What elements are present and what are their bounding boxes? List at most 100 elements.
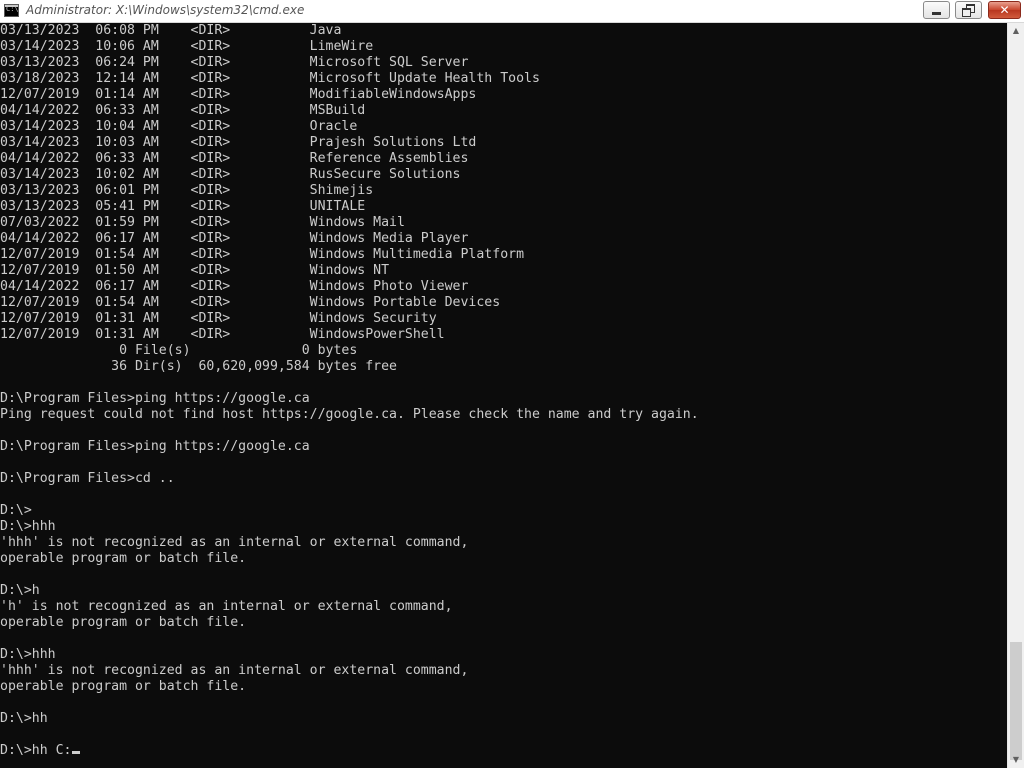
vertical-scrollbar[interactable]: ▲ ▼ [1007,23,1024,768]
console-line: 12/07/2019 01:54 AM <DIR> Windows Portab… [0,295,699,311]
console-output[interactable]: 03/13/2023 06:08 PM <DIR> Java 03/14/2023… [0,23,1007,768]
console-line: 'hhh' is not recognized as an internal o… [0,663,699,679]
console-line: 03/13/2023 06:01 PM <DIR> Shimejis [0,183,699,199]
console-line-text: 04/14/2022 06:33 AM <DIR> Reference Asse… [0,151,469,166]
console-line-text: 03/14/2023 10:03 AM <DIR> Prajesh Soluti… [0,135,477,150]
console-line: operable program or batch file. [0,551,699,567]
console-line: D:\Program Files>ping https://google.ca [0,439,699,455]
console-line: 04/14/2022 06:17 AM <DIR> Windows Photo … [0,279,699,295]
console-line: 12/07/2019 01:31 AM <DIR> Windows Securi… [0,311,699,327]
console-line-text: 12/07/2019 01:50 AM <DIR> Windows NT [0,263,390,278]
console-line: 04/14/2022 06:33 AM <DIR> Reference Asse… [0,151,699,167]
console-line-text: 12/07/2019 01:14 AM <DIR> ModifiableWind… [0,87,477,102]
restore-button[interactable] [955,1,982,19]
minimize-button[interactable] [923,1,950,19]
console-line-text: 04/14/2022 06:17 AM <DIR> Windows Photo … [0,279,469,294]
console-line-text: 04/14/2022 06:17 AM <DIR> Windows Media … [0,231,469,246]
console-line: 03/13/2023 06:08 PM <DIR> Java [0,23,699,39]
console-line-text: D:\Program Files>cd .. [0,471,175,486]
console-line: 03/13/2023 06:24 PM <DIR> Microsoft SQL … [0,55,699,71]
console-line-text: 03/14/2023 10:06 AM <DIR> LimeWire [0,39,374,54]
console-line: 0 File(s) 0 bytes [0,343,699,359]
console-line: D:\> [0,503,699,519]
console-line-text: operable program or batch file. [0,615,247,630]
window-title: Administrator: X:\Windows\system32\cmd.e… [26,3,305,17]
console-line-text: 03/13/2023 05:41 PM <DIR> UNITALE [0,199,366,214]
console-line: D:\>hhh [0,647,699,663]
console-line-text: 'hhh' is not recognized as an internal o… [0,535,469,550]
console-line: D:\>hh C: [0,743,699,759]
minimize-icon [932,12,941,15]
console-line: 36 Dir(s) 60,620,099,584 bytes free [0,359,699,375]
console-line-text: 12/07/2019 01:31 AM <DIR> WindowsPowerSh… [0,327,445,342]
console-line-text: 03/14/2023 10:04 AM <DIR> Oracle [0,119,358,134]
scroll-thumb[interactable] [1010,642,1022,760]
console-line: 07/03/2022 01:59 PM <DIR> Windows Mail [0,215,699,231]
console-line-text: D:\>hhh [0,519,56,534]
console-line-text: D:\>h [0,583,40,598]
console-line-text: 'hhh' is not recognized as an internal o… [0,663,469,678]
console-line: 12/07/2019 01:14 AM <DIR> ModifiableWind… [0,87,699,103]
console-line-text: D:\>hhh [0,647,56,662]
console-line-text: operable program or batch file. [0,551,247,566]
console-line-text: 12/07/2019 01:54 AM <DIR> Windows Multim… [0,247,525,262]
text-cursor [72,751,81,754]
console-line: D:\Program Files>ping https://google.ca [0,391,699,407]
console-line-text: 03/13/2023 06:24 PM <DIR> Microsoft SQL … [0,55,469,70]
console-line: 03/13/2023 05:41 PM <DIR> UNITALE [0,199,699,215]
scroll-down-arrow-icon[interactable]: ▼ [1008,752,1024,768]
console-line-text: D:\>hh [0,711,48,726]
console-line: operable program or batch file. [0,679,699,695]
console-line: 'hhh' is not recognized as an internal o… [0,535,699,551]
console-line: 04/14/2022 06:33 AM <DIR> MSBuild [0,103,699,119]
console-line: 03/14/2023 10:02 AM <DIR> RusSecure Solu… [0,167,699,183]
restore-icon [962,8,971,17]
console-line: 12/07/2019 01:31 AM <DIR> WindowsPowerSh… [0,327,699,343]
console-line: Ping request could not find host https:/… [0,407,699,423]
console-line: D:\>hh [0,711,699,727]
close-icon: ✕ [999,3,1010,17]
console-line-text: 03/13/2023 06:01 PM <DIR> Shimejis [0,183,374,198]
console-line: 12/07/2019 01:54 AM <DIR> Windows Multim… [0,247,699,263]
console-lines: 03/13/2023 06:08 PM <DIR> Java 03/14/2023… [0,23,699,759]
console-line-text: D:\>hh C: [0,743,72,758]
console-line: 03/18/2023 12:14 AM <DIR> Microsoft Upda… [0,71,699,87]
console-line: D:\Program Files>cd .. [0,471,699,487]
console-line-text: 03/13/2023 06:08 PM <DIR> Java [0,23,342,38]
console-line-text: 12/07/2019 01:54 AM <DIR> Windows Portab… [0,295,501,310]
console-line-text: operable program or batch file. [0,679,247,694]
console-line: 12/07/2019 01:50 AM <DIR> Windows NT [0,263,699,279]
console-line: 03/14/2023 10:04 AM <DIR> Oracle [0,119,699,135]
console-line-text: 0 File(s) 0 bytes [0,343,358,358]
console-line-text: D:\> [0,503,32,518]
console-line-text: 03/14/2023 10:02 AM <DIR> RusSecure Solu… [0,167,461,182]
scroll-up-arrow-icon[interactable]: ▲ [1008,23,1024,39]
console-line-text: 03/18/2023 12:14 AM <DIR> Microsoft Upda… [0,71,540,86]
console-line-text: 07/03/2022 01:59 PM <DIR> Windows Mail [0,215,405,230]
console-line: 04/14/2022 06:17 AM <DIR> Windows Media … [0,231,699,247]
close-button[interactable]: ✕ [988,1,1021,19]
console-line: D:\>hhh [0,519,699,535]
console-line: operable program or batch file. [0,615,699,631]
title-bar[interactable]: C:\ Administrator: X:\Windows\system32\c… [0,0,1024,23]
cmd-icon[interactable]: C:\ [4,4,19,17]
cmd-window: C:\ Administrator: X:\Windows\system32\c… [0,0,1024,768]
console-line: 03/14/2023 10:06 AM <DIR> LimeWire [0,39,699,55]
console-line-text: 36 Dir(s) 60,620,099,584 bytes free [0,359,397,374]
console-line-text: D:\Program Files>ping https://google.ca [0,391,310,406]
console-line: 'h' is not recognized as an internal or … [0,599,699,615]
console-line-text: 'h' is not recognized as an internal or … [0,599,453,614]
console-line-text: Ping request could not find host https:/… [0,407,699,422]
console-line-text: 12/07/2019 01:31 AM <DIR> Windows Securi… [0,311,437,326]
console-line: D:\>h [0,583,699,599]
console-line-text: D:\Program Files>ping https://google.ca [0,439,310,454]
cmd-icon-bar [5,5,18,7]
